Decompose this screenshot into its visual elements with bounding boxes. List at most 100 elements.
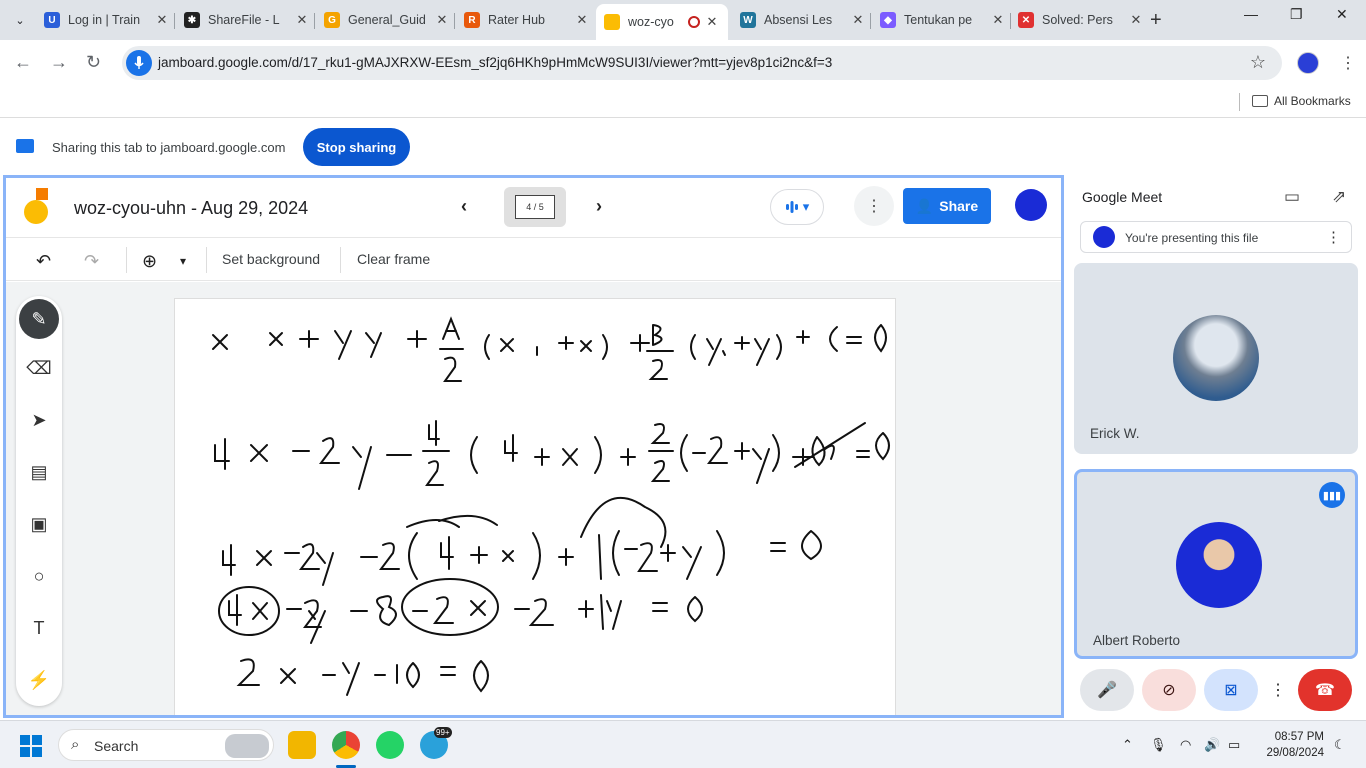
stop-sharing-button[interactable]: Stop sharing <box>303 128 410 166</box>
next-frame-icon[interactable]: › <box>596 196 602 217</box>
telegram-icon[interactable]: 99+ <box>420 727 452 759</box>
undo-icon[interactable]: ↶ <box>36 251 51 272</box>
sharefile-favicon-icon: ✱ <box>184 12 200 28</box>
camera-off-button[interactable]: ⊘ <box>1142 669 1196 711</box>
whiteboard-frame[interactable] <box>174 298 896 715</box>
more-options-icon[interactable]: ⋮ <box>854 186 894 226</box>
jamboard-app: woz-cyou-uhn - Aug 29, 2024 ‹ 4 / 5 › ▾ … <box>3 175 1064 718</box>
all-bookmarks-label: All Bookmarks <box>1274 94 1351 108</box>
avatar <box>1093 226 1115 248</box>
bookmark-star-icon[interactable]: ☆ <box>1250 52 1266 73</box>
redo-icon[interactable]: ↷ <box>84 251 99 272</box>
new-tab-icon[interactable]: + <box>1150 9 1162 32</box>
zoom-chevron-down-icon[interactable]: ▾ <box>180 254 186 268</box>
profile-avatar[interactable] <box>1297 52 1319 74</box>
tab-search-button[interactable]: ⌄ <box>8 8 32 32</box>
select-icon[interactable]: ➤ <box>16 410 62 431</box>
tab-rater-hub[interactable]: R Rater Hub ✕ <box>464 4 590 36</box>
window-close-icon[interactable]: ✕ <box>1336 6 1348 23</box>
start-icon[interactable] <box>20 735 42 757</box>
add-person-icon: 👤 <box>915 197 934 214</box>
stop-presenting-button[interactable]: ⊠ <box>1204 669 1258 711</box>
tab-title: Absensi Les <box>764 13 833 27</box>
pen-icon[interactable]: ✎ <box>19 299 59 339</box>
more-options-icon[interactable]: ⋮ <box>1266 669 1290 711</box>
solved-favicon-icon: ✕ <box>1018 12 1034 28</box>
meet-title: Google Meet <box>1082 189 1163 205</box>
jamboard-logo-icon[interactable] <box>24 188 54 224</box>
present-icon: ⊠ <box>1224 682 1238 699</box>
laser-icon[interactable]: ⚡ <box>16 670 62 691</box>
meet-audio-button[interactable]: ▾ <box>770 189 824 225</box>
image-icon[interactable]: ▣ <box>16 514 62 535</box>
whatsapp-icon[interactable] <box>376 731 404 759</box>
bookmarks-bar: All Bookmarks <box>0 86 1366 118</box>
frame-bar-button[interactable]: 4 / 5 <box>504 187 566 227</box>
circle-icon[interactable]: ○ <box>16 566 62 587</box>
all-bookmarks-button[interactable]: All Bookmarks <box>1252 94 1351 108</box>
close-icon[interactable]: ✕ <box>704 14 720 30</box>
set-background-button[interactable]: Set background <box>222 251 320 267</box>
microphone-icon[interactable]: 🎙 <box>1150 737 1167 753</box>
audio-bars-icon <box>785 201 798 213</box>
battery-icon[interactable]: ▭ <box>1228 737 1240 753</box>
zoom-icon[interactable]: ⊕ <box>142 251 157 272</box>
close-icon[interactable]: ✕ <box>990 12 1006 28</box>
document-title[interactable]: woz-cyou-uhn - Aug 29, 2024 <box>74 198 308 219</box>
address-bar[interactable]: jamboard.google.com/d/17_rku1-gMAJXRXW-E… <box>122 46 1282 80</box>
microphone-button[interactable]: 🎤 <box>1080 669 1134 711</box>
participant-tile[interactable]: Erick W. <box>1074 263 1358 454</box>
sticky-note-icon[interactable]: ▤ <box>16 462 62 483</box>
clock[interactable]: 08:57 PM 29/08/2024 <box>1258 729 1324 761</box>
close-icon[interactable]: ✕ <box>294 12 310 28</box>
close-icon[interactable]: ✕ <box>434 12 450 28</box>
reload-icon[interactable]: ↻ <box>86 52 101 73</box>
tab-title: ShareFile - L <box>208 13 280 27</box>
chrome-icon[interactable] <box>332 731 360 759</box>
close-icon[interactable]: ✕ <box>850 12 866 28</box>
hang-up-icon: ☎ <box>1315 682 1335 699</box>
search-input[interactable]: ⌕ Search <box>58 729 274 761</box>
eraser-icon[interactable]: ⌫ <box>16 358 62 379</box>
tab-general-guide[interactable]: G General_Guid ✕ <box>324 4 450 36</box>
picture-in-picture-icon[interactable]: ▭ <box>1284 187 1300 207</box>
url-text: jamboard.google.com/d/17_rku1-gMAJXRXW-E… <box>158 55 833 70</box>
tab-jamboard[interactable]: woz-cyo ✕ <box>596 4 728 40</box>
search-placeholder: Search <box>94 738 139 754</box>
share-button[interactable]: 👤 Share <box>903 188 991 224</box>
clear-frame-button[interactable]: Clear frame <box>357 251 430 267</box>
avatar <box>1173 315 1259 401</box>
close-icon[interactable]: ✕ <box>1128 12 1144 28</box>
file-explorer-icon[interactable] <box>288 731 316 759</box>
presenting-menu-icon[interactable]: ⋮ <box>1326 228 1341 246</box>
participant-tile[interactable]: ▮▮▮ Albert Roberto <box>1074 469 1358 659</box>
tab-sharefile[interactable]: ✱ ShareFile - L ✕ <box>184 4 310 36</box>
show-hidden-icons[interactable]: ⌃ <box>1122 737 1133 753</box>
previous-frame-icon[interactable]: ‹ <box>461 196 467 217</box>
close-icon[interactable]: ✕ <box>574 12 590 28</box>
speaking-icon: ▮▮▮ <box>1319 482 1345 508</box>
tab-tentukan[interactable]: ◆ Tentukan pe ✕ <box>880 4 1006 36</box>
tab-solved[interactable]: ✕ Solved: Pers ✕ <box>1018 4 1144 36</box>
tab-title: Rater Hub <box>488 13 545 27</box>
open-in-new-icon[interactable]: ⇗ <box>1332 187 1346 207</box>
volume-icon[interactable]: 🔊 <box>1204 737 1220 753</box>
tab-log-in[interactable]: U Log in | Train ✕ <box>44 4 170 36</box>
notification-badge: 99+ <box>434 727 452 738</box>
notifications-icon[interactable]: ☾ <box>1334 737 1346 753</box>
tab-title: Log in | Train <box>68 13 141 27</box>
meet-panel: Google Meet ▭ ⇗ You're presenting this f… <box>1066 175 1366 720</box>
back-icon[interactable]: ← <box>14 52 32 73</box>
minimize-icon[interactable]: — <box>1244 6 1258 22</box>
leave-call-button[interactable]: ☎ <box>1298 669 1352 711</box>
microphone-icon <box>126 50 152 76</box>
close-icon[interactable]: ✕ <box>154 12 170 28</box>
tab-absensi-les[interactable]: W Absensi Les ✕ <box>740 4 866 36</box>
avatar[interactable] <box>1015 189 1047 221</box>
text-box-icon[interactable]: T <box>16 618 62 639</box>
camera-off-icon: ⊘ <box>1162 682 1176 699</box>
restore-icon[interactable]: ❐ <box>1290 6 1303 23</box>
browser-menu-icon[interactable]: ⋮ <box>1340 53 1356 73</box>
wifi-icon[interactable]: ◠ <box>1180 737 1191 753</box>
forward-icon[interactable]: → <box>50 52 68 73</box>
